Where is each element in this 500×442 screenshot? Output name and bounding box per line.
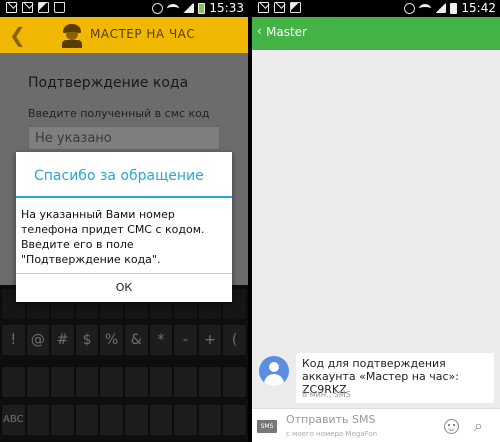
mail-icon bbox=[274, 2, 285, 13]
back-chevron-icon[interactable]: ‹ bbox=[257, 24, 262, 38]
app-bar: ❮ МАСТЕР НА ЧАС bbox=[0, 17, 248, 53]
status-bar: 15:33 bbox=[0, 0, 248, 17]
back-chevron-icon[interactable]: ❮ bbox=[9, 23, 26, 47]
sms-type-button[interactable]: SMS bbox=[257, 420, 277, 433]
signal-icon bbox=[435, 3, 447, 13]
sender-number-label: с моего номера MegaFon bbox=[286, 430, 378, 438]
left-screen: 15:33 ❮ МАСТЕР НА ЧАС Подтверждение кода… bbox=[0, 0, 248, 442]
conversation-header: ‹ Master bbox=[252, 17, 500, 50]
signal-icon bbox=[183, 3, 195, 13]
wifi-icon bbox=[419, 3, 432, 13]
message-icon bbox=[6, 2, 17, 13]
ok-button[interactable]: ОК bbox=[16, 274, 232, 302]
shopping-bag-icon bbox=[54, 2, 65, 13]
worker-logo-icon bbox=[60, 24, 84, 48]
alarm-icon bbox=[152, 2, 164, 14]
app-title: МАСТЕР НА ЧАС bbox=[90, 27, 196, 41]
thanks-dialog: Спасибо за обращение На указанный Вами н… bbox=[16, 152, 232, 302]
battery-icon bbox=[198, 2, 206, 14]
alarm-icon bbox=[404, 2, 416, 14]
dialog-divider bbox=[16, 196, 232, 198]
message-bubble[interactable]: Код для подтверждения аккаунта «Мастер н… bbox=[296, 353, 494, 403]
paperclip-icon[interactable]: ⌕ bbox=[474, 416, 483, 436]
status-time: 15:33 bbox=[209, 1, 244, 15]
status-bar: 15:42 bbox=[252, 0, 500, 17]
status-time: 15:42 bbox=[461, 1, 496, 15]
wifi-icon bbox=[167, 3, 180, 13]
message-timestamp: 8 мин., SMS bbox=[302, 390, 351, 399]
image-icon bbox=[38, 2, 49, 13]
mail-icon bbox=[22, 2, 33, 13]
image-icon bbox=[290, 2, 301, 13]
conversation-title[interactable]: Master bbox=[266, 25, 307, 39]
right-screen: 15:42 ‹ Master Код для подтверждения акк… bbox=[252, 0, 500, 442]
compose-input[interactable]: Отправить SMS bbox=[286, 413, 375, 426]
dialog-title: Спасибо за обращение bbox=[34, 168, 204, 184]
contact-avatar-icon[interactable] bbox=[259, 356, 289, 386]
message-icon bbox=[258, 2, 269, 13]
dialog-message: На указанный Вами номер телефона придет … bbox=[21, 208, 205, 266]
battery-icon bbox=[450, 2, 458, 14]
emoji-icon[interactable] bbox=[444, 419, 459, 434]
compose-bar: SMS Отправить SMS с моего номера MegaFon… bbox=[252, 408, 500, 442]
